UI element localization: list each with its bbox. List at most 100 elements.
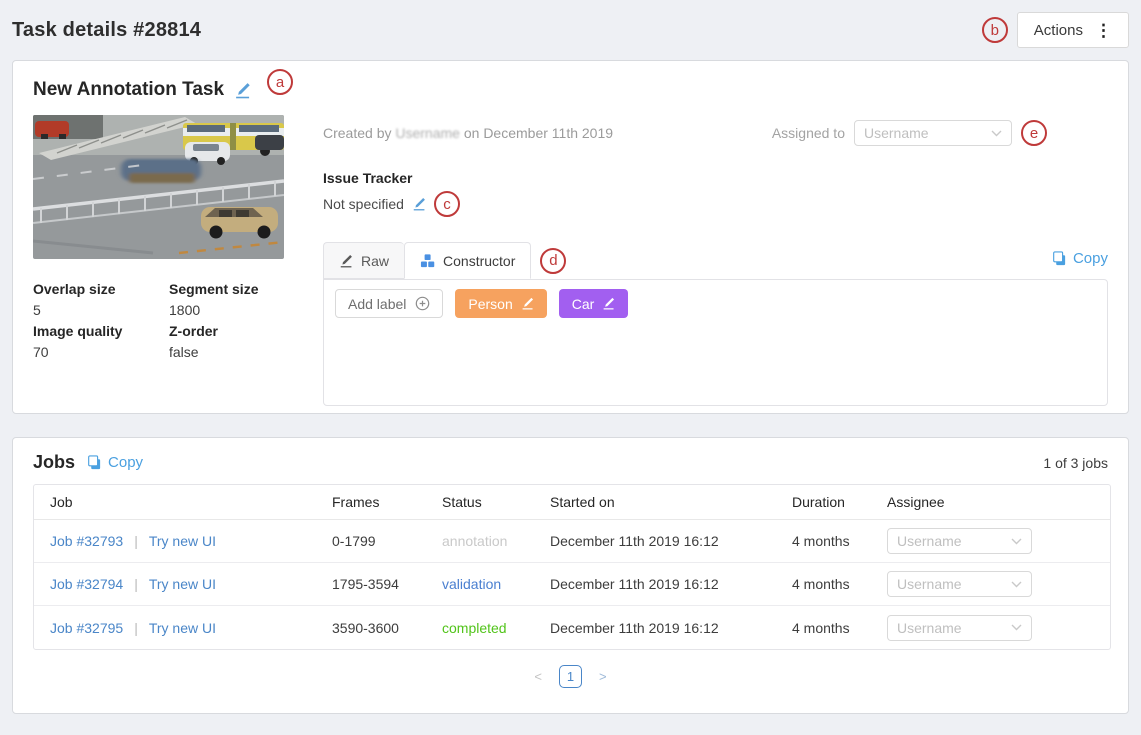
job-assignee-value: Username — [897, 533, 962, 549]
status-badge: validation — [442, 576, 501, 592]
job-link[interactable]: Job #32795 — [50, 620, 123, 636]
pagination-prev-icon[interactable]: < — [528, 668, 548, 685]
label-chip-person-text: Person — [468, 296, 512, 312]
chevron-down-icon — [1011, 538, 1022, 545]
label-constructor-panel: Add label Person Car — [323, 279, 1108, 406]
label-chip-car-text: Car — [572, 296, 595, 312]
column-assignee: Assignee — [871, 485, 1110, 520]
chevron-down-icon — [991, 130, 1002, 137]
edit-issue-tracker-icon[interactable] — [412, 197, 426, 211]
callout-a: a — [267, 69, 293, 95]
callout-d: d — [540, 248, 566, 274]
tab-raw-label: Raw — [361, 253, 389, 269]
table-row: Job #32794|Try new UI 1795-3594 validati… — [34, 563, 1110, 606]
job-link[interactable]: Job #32793 — [50, 533, 123, 549]
job-assignee-select[interactable]: Username — [887, 571, 1032, 597]
jobs-copy-label: Copy — [108, 454, 143, 471]
column-frames: Frames — [316, 485, 426, 520]
segment-size-label: Segment size — [169, 281, 284, 302]
created-by-line: Created by Username on December 11th 201… — [323, 125, 613, 141]
z-order-value: false — [169, 344, 284, 365]
jobs-copy-link[interactable]: Copy — [87, 454, 143, 471]
actions-button-label: Actions — [1034, 22, 1083, 39]
segment-size-value: 1800 — [169, 302, 284, 323]
assignee-select[interactable]: Username — [854, 120, 1012, 146]
link-separator: | — [134, 620, 138, 636]
try-new-ui-link[interactable]: Try new UI — [149, 533, 216, 549]
pagination-page-1[interactable]: 1 — [559, 665, 582, 688]
issue-tracker-value: Not specified — [323, 196, 404, 212]
jobs-card: Jobs Copy 1 of 3 jobs Job Frames Status … — [12, 437, 1129, 714]
image-quality-label: Image quality — [33, 323, 169, 344]
assignee-select-value: Username — [864, 125, 929, 141]
raw-edit-icon — [339, 254, 353, 268]
task-parameters: Overlap size Segment size 5 1800 Image q… — [33, 281, 284, 365]
link-separator: | — [134, 533, 138, 549]
edit-task-name-icon[interactable] — [234, 82, 251, 99]
add-label-button[interactable]: Add label — [335, 289, 443, 318]
jobs-pagination: < 1 > — [33, 665, 1108, 688]
jobs-table: Job Frames Status Started on Duration As… — [33, 484, 1111, 650]
task-name: New Annotation Task — [33, 79, 224, 101]
page-header: Task details #28814 b Actions ⋮ — [0, 0, 1141, 60]
column-status: Status — [426, 485, 534, 520]
page-title: Task details #28814 — [12, 19, 201, 42]
table-row: Job #32795 | Try new UI 3590-3600 complete… — [34, 606, 1110, 649]
status-badge: completed — [442, 620, 507, 636]
callout-e: e — [1021, 120, 1047, 146]
chevron-down-icon — [1011, 624, 1022, 631]
jobs-title: Jobs — [33, 452, 75, 473]
frames-value: 1795-3594 — [316, 563, 426, 606]
try-new-ui-link[interactable]: Try new UI — [149, 576, 216, 592]
status-badge: annotation — [442, 533, 507, 549]
more-vertical-icon: ⋮ — [1095, 22, 1112, 39]
build-blocks-icon — [420, 253, 435, 268]
duration-value: 4 months — [776, 520, 871, 563]
issue-tracker-label: Issue Tracker — [323, 170, 1108, 186]
overlap-size-value: 5 — [33, 302, 169, 323]
tab-raw[interactable]: Raw — [323, 242, 404, 279]
column-started-on: Started on — [534, 485, 776, 520]
job-assignee-value: Username — [897, 576, 962, 592]
actions-button[interactable]: Actions ⋮ — [1017, 12, 1129, 48]
overlap-size-label: Overlap size — [33, 281, 169, 302]
job-assignee-value: Username — [897, 620, 962, 636]
label-chip-person[interactable]: Person — [455, 289, 546, 318]
started-on-value: December 11th 2019 16:12 — [534, 606, 776, 649]
job-assignee-select[interactable]: Username — [887, 615, 1032, 641]
started-on-value: December 11th 2019 16:12 — [534, 520, 776, 563]
traffic-scene-illustration — [33, 115, 284, 259]
try-new-ui-link[interactable]: Try new UI — [149, 620, 216, 636]
task-preview-image — [33, 115, 284, 259]
chevron-down-icon — [1011, 581, 1022, 588]
duration-value: 4 months — [776, 563, 871, 606]
assigned-to-label: Assigned to — [772, 125, 845, 141]
pagination-next-icon[interactable]: > — [593, 668, 613, 685]
copy-icon — [87, 455, 102, 470]
task-details-card: New Annotation Task a — [12, 60, 1129, 414]
tab-constructor[interactable]: Constructor — [404, 242, 531, 279]
tab-constructor-label: Constructor — [443, 253, 515, 269]
add-label-button-text: Add label — [348, 296, 406, 312]
started-on-value: December 11th 2019 16:12 — [534, 563, 776, 606]
created-by-username: Username — [395, 125, 460, 141]
frames-value: 0-1799 — [316, 520, 426, 563]
label-chip-car[interactable]: Car — [559, 289, 629, 318]
edit-label-icon — [602, 297, 615, 310]
jobs-counter: 1 of 3 jobs — [1043, 455, 1108, 471]
plus-circle-icon — [415, 296, 430, 311]
callout-b: b — [982, 17, 1008, 43]
column-duration: Duration — [776, 485, 871, 520]
job-link[interactable]: Job #32794 — [50, 576, 123, 592]
image-quality-value: 70 — [33, 344, 169, 365]
z-order-label: Z-order — [169, 323, 284, 344]
callout-c: c — [434, 191, 460, 217]
duration-value: 4 months — [776, 606, 871, 649]
blurred-car — [121, 159, 201, 183]
created-by-date: on December 11th 2019 — [464, 125, 613, 141]
frames-value: 3590-3600 — [316, 606, 426, 649]
table-row: Job #32793|Try new UI 0-1799 annotation … — [34, 520, 1110, 563]
job-assignee-select[interactable]: Username — [887, 528, 1032, 554]
edit-label-icon — [521, 297, 534, 310]
labels-tab-bar: Raw Constructor d — [323, 242, 1108, 279]
